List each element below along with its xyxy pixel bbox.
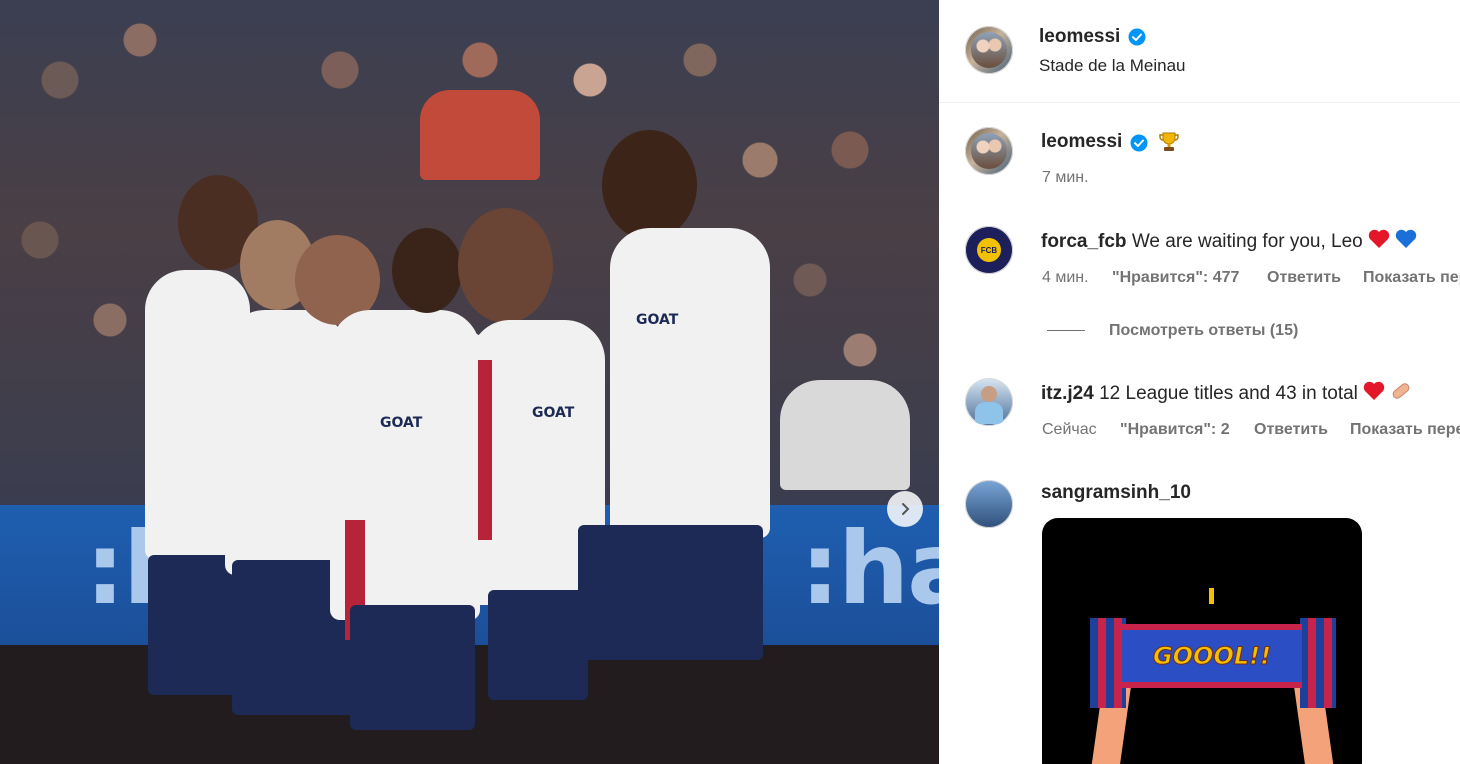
scarf-end-right <box>1300 618 1336 708</box>
fcb-logo: FCB <box>977 238 1001 262</box>
comment-avatar-sangramsinh-10[interactable] <box>965 480 1013 528</box>
shirt-sponsor: GOAT <box>636 312 679 328</box>
next-image-button[interactable] <box>887 491 923 527</box>
comment-gif[interactable]: GOOOL!! <box>1042 518 1362 764</box>
comment-3: sangramsinh_10 <box>1041 482 1191 504</box>
post-location[interactable]: Stade de la Meinau <box>1039 56 1186 76</box>
comment-1: forca_fcb We are waiting for you, Leo <box>1041 229 1417 253</box>
comment-1-translate-button[interactable]: Показать перевод <box>1363 269 1460 287</box>
comment-author[interactable]: itz.j24 <box>1041 383 1094 404</box>
board-text-right: :ha <box>800 510 939 627</box>
chevron-right-icon <box>902 503 910 515</box>
verified-badge-icon <box>1128 28 1146 46</box>
gif-spark <box>1209 588 1214 604</box>
post-header: leomessi Stade de la Meinau <box>939 0 1460 103</box>
comment-2-time: Сейчас <box>1042 421 1097 438</box>
post-sidebar: leomessi Stade de la Meinau leomessi 7 м… <box>939 0 1460 764</box>
fan-white-shirt <box>780 380 910 490</box>
replies-divider <box>1047 330 1085 331</box>
comment-avatar-itz-j24[interactable] <box>965 378 1013 426</box>
comment-1-reply-button[interactable]: Ответить <box>1267 269 1341 287</box>
comment-2-translate-button[interactable]: Показать перевод <box>1350 421 1460 439</box>
comment-author[interactable]: forca_fcb <box>1041 231 1127 252</box>
gif-text: GOOOL!! <box>1152 642 1272 671</box>
scarf-end-left <box>1090 618 1126 708</box>
caption-author-username[interactable]: leomessi <box>1041 131 1122 153</box>
comment-2-likes[interactable]: "Нравится": 2 <box>1120 421 1230 439</box>
post-image: :h :ha GOAT GOAT GOAT <box>0 0 939 764</box>
blue-heart-icon <box>1396 229 1417 248</box>
comment-1-likes[interactable]: "Нравится": 477 <box>1112 269 1239 287</box>
author-avatar[interactable] <box>965 26 1013 74</box>
bandage-icon <box>1393 383 1410 399</box>
view-replies-button[interactable]: Посмотреть ответы (15) <box>1109 322 1298 340</box>
comment-author[interactable]: sangramsinh_10 <box>1041 482 1191 503</box>
comment-body: 12 League titles and 43 in total <box>1099 383 1358 404</box>
comment-2-reply-button[interactable]: Ответить <box>1254 421 1328 439</box>
fan-red-shirt <box>420 90 540 180</box>
caption-time: 7 мин. <box>1042 169 1089 186</box>
comment-body: We are waiting for you, Leo <box>1131 231 1363 252</box>
scarf: GOOOL!! <box>1122 624 1302 688</box>
caption-author-avatar[interactable] <box>965 127 1013 175</box>
verified-badge-icon <box>1130 134 1148 152</box>
shirt-sponsor: GOAT <box>380 415 423 431</box>
red-heart-icon <box>1368 229 1390 248</box>
red-heart-icon <box>1363 381 1385 400</box>
trophy-icon <box>1159 132 1179 151</box>
comment-2: itz.j24 12 League titles and 43 in total <box>1041 381 1412 405</box>
comment-1-time: 4 мин. <box>1042 269 1089 286</box>
author-username[interactable]: leomessi <box>1039 26 1120 48</box>
comment-avatar-forca-fcb[interactable]: FCB <box>965 226 1013 274</box>
shirt-sponsor: GOAT <box>532 405 575 421</box>
